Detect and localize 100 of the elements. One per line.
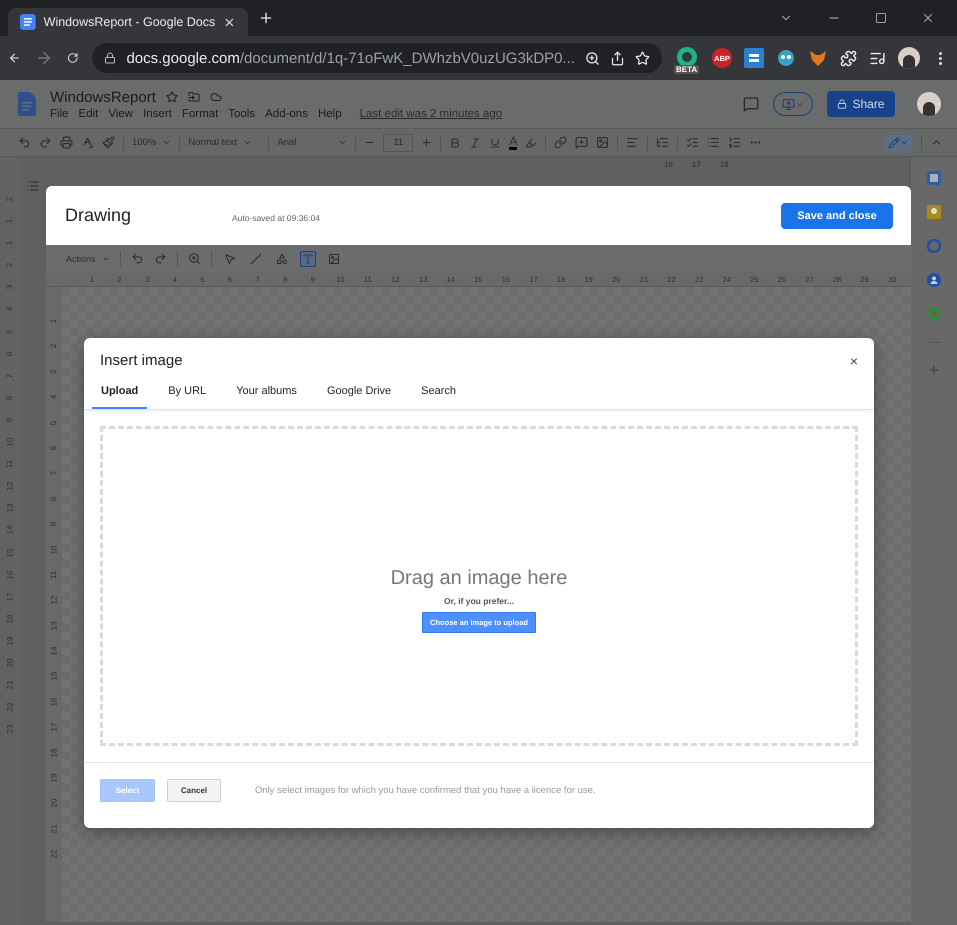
comments-icon[interactable]	[743, 96, 759, 112]
close-button[interactable]: ×	[846, 352, 862, 368]
highlighter-icon[interactable]	[525, 136, 538, 148]
zoom-dropdown[interactable]: 100%	[132, 137, 172, 148]
browser-tab[interactable]: WindowsReport - Google Docs	[8, 8, 248, 36]
menu-item[interactable]: Edit	[78, 108, 98, 120]
line-spacing-icon[interactable]	[656, 136, 670, 149]
italic-icon[interactable]	[469, 136, 482, 148]
profile-avatar[interactable]	[898, 47, 920, 69]
ruler-number: 10	[50, 545, 58, 554]
add-comment-icon[interactable]	[575, 136, 588, 149]
ruler-number: 1	[50, 318, 58, 324]
cancel-button[interactable]: Cancel	[167, 779, 221, 802]
zoom-icon[interactable]	[585, 50, 600, 66]
redo-icon[interactable]	[39, 136, 52, 149]
undo-icon[interactable]	[130, 252, 144, 265]
docs-logo-icon	[18, 92, 36, 116]
ruler-number: 17	[50, 722, 58, 732]
increase-size-icon[interactable]	[421, 137, 432, 148]
ruler-number: 8	[50, 496, 58, 501]
ruler-number: 5	[50, 420, 58, 425]
dialog-tab[interactable]: Search	[412, 385, 465, 409]
tab-title: WindowsReport - Google Docs	[44, 15, 216, 29]
dialog-title: Insert image	[100, 352, 183, 369]
calendar-icon[interactable]	[927, 171, 941, 185]
caret-icon	[162, 138, 172, 147]
star-icon[interactable]	[166, 91, 178, 103]
profile-avatar[interactable]	[917, 92, 941, 116]
underline-icon[interactable]	[489, 136, 502, 148]
caret-icon	[242, 138, 252, 147]
lock-icon	[104, 52, 116, 64]
menu-item[interactable]: Add-ons	[265, 108, 308, 120]
menu-item[interactable]: Insert	[143, 108, 172, 120]
menu-item[interactable]: Format	[182, 108, 218, 120]
dialog-tab[interactable]: Upload	[92, 385, 148, 409]
fox-icon[interactable]	[808, 48, 828, 68]
present-icon	[782, 98, 795, 110]
ruler-number: 22	[50, 850, 58, 859]
keep-icon[interactable]	[927, 205, 941, 219]
actions-menu[interactable]: Actions	[66, 254, 110, 264]
docs-icon	[20, 14, 36, 30]
beta-badge: BETA	[674, 65, 700, 74]
print-icon[interactable]	[60, 136, 73, 149]
font-dropdown[interactable]: Arial	[277, 137, 348, 148]
ruler-number: 16	[50, 697, 58, 706]
menu-item[interactable]: View	[108, 108, 134, 120]
dialog-tab[interactable]: Your albums	[227, 385, 306, 409]
ghost-icon[interactable]	[776, 48, 796, 68]
drop-zone-title: Drag an image here	[390, 567, 568, 590]
spellcheck-icon[interactable]	[81, 136, 94, 149]
move-folder-icon[interactable]	[188, 91, 200, 103]
document-title[interactable]: WindowsReport	[50, 88, 156, 106]
ruler-number: 3	[50, 370, 58, 374]
image-icon[interactable]	[596, 136, 610, 149]
dialog-tab[interactable]: By URL	[159, 385, 216, 409]
contacts-icon[interactable]	[927, 273, 941, 287]
close-icon[interactable]	[921, 11, 935, 25]
ruler-number: 14	[50, 646, 58, 656]
bookmark-star-icon[interactable]	[635, 50, 650, 66]
dialog-tab[interactable]: Google Drive	[318, 385, 400, 409]
extensions-icon[interactable]	[840, 50, 857, 66]
ruler-number: 2	[50, 344, 58, 349]
new-tab-icon[interactable]	[258, 10, 274, 26]
address-bar[interactable]: docs.google.com/document/d/1q-71oFwK_DWhzbV0uzUG3kDP0...	[92, 43, 662, 73]
text-box-icon[interactable]	[300, 250, 316, 266]
reload-icon[interactable]	[66, 50, 78, 66]
ruler-number: 7	[50, 471, 58, 476]
extension-icon[interactable]	[676, 46, 698, 68]
undo-icon[interactable]	[18, 136, 31, 149]
font-size-field[interactable]: 11	[383, 134, 414, 152]
line-icon[interactable]	[248, 250, 264, 266]
ruler-number: 9	[50, 522, 58, 526]
menu-item[interactable]: Tools	[228, 108, 256, 120]
save-and-close-button[interactable]: Save and close	[781, 202, 893, 228]
style-dropdown[interactable]: Normal text	[188, 137, 260, 148]
add-icon[interactable]	[927, 363, 941, 377]
paint-format-icon[interactable]	[102, 136, 115, 149]
ruler-number: 6	[50, 446, 58, 450]
maximize-icon[interactable]	[875, 12, 887, 24]
last-edit-link[interactable]: Last edit was 2 minutes ago	[360, 108, 502, 120]
checklist-icon[interactable]	[686, 136, 700, 149]
numbered-list-icon[interactable]	[728, 136, 742, 149]
redo-icon[interactable]	[154, 252, 167, 265]
autosave-status: Auto-saved at 09:36:04	[232, 212, 321, 222]
ruler-number: 20	[50, 798, 58, 808]
pencil-icon	[888, 136, 900, 148]
share-icon[interactable]	[610, 50, 625, 66]
menu-item[interactable]: File	[50, 108, 69, 120]
ruler-number: 15	[50, 672, 58, 681]
bold-icon[interactable]	[449, 136, 462, 148]
caret-icon	[338, 138, 348, 147]
align-icon[interactable]	[626, 136, 640, 149]
editing-mode-button[interactable]	[884, 134, 913, 150]
share-button[interactable]: Share	[827, 91, 895, 117]
cloud-icon[interactable]	[210, 91, 222, 103]
outline-icon[interactable]	[26, 179, 40, 193]
link-icon[interactable]	[554, 136, 568, 149]
present-button[interactable]	[773, 92, 813, 116]
menu-item[interactable]: Help	[318, 108, 342, 120]
lock-icon	[837, 99, 848, 109]
